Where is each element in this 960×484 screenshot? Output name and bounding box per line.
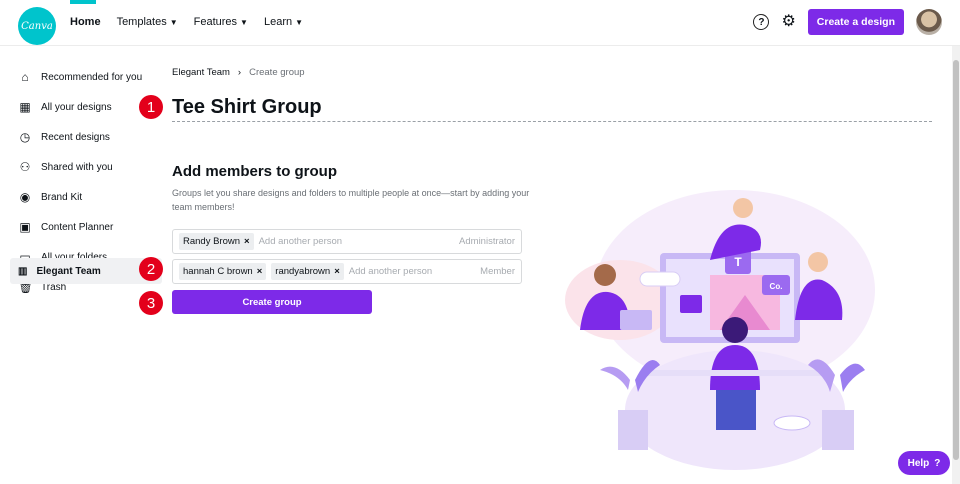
main-nav: Home Templates ▼ Features ▼ Learn ▼: [70, 16, 303, 28]
members-field[interactable]: hannah C brown × randyabrown × Add another…: [172, 259, 522, 284]
nav-templates[interactable]: Templates ▼: [117, 16, 178, 28]
logo-text: Canva: [21, 20, 53, 32]
nav-home[interactable]: Home: [70, 16, 101, 28]
building-icon: ▥: [18, 265, 28, 277]
calendar-icon: ▣: [19, 220, 31, 234]
nav-features[interactable]: Features ▼: [194, 16, 248, 28]
step-marker-2: 2: [139, 257, 163, 281]
role-label: Administrator: [459, 236, 515, 247]
sidebar-item-brand-kit[interactable]: ◉ Brand Kit: [0, 182, 170, 212]
step-marker-3: 3: [139, 291, 163, 315]
home-icon: ⌂: [21, 70, 29, 84]
section-title: Add members to group: [172, 163, 338, 180]
help-button[interactable]: Help?: [898, 451, 950, 475]
member-chip: randyabrown ×: [271, 263, 344, 280]
close-icon[interactable]: ×: [244, 236, 250, 247]
illustration-t-tile: T: [734, 255, 742, 269]
member-chip: hannah C brown ×: [179, 263, 267, 280]
create-design-button[interactable]: Create a design: [807, 9, 904, 35]
clock-icon: ◷: [19, 130, 31, 144]
breadcrumb: Elegant Team › Create group: [172, 67, 305, 78]
breadcrumb-parent[interactable]: Elegant Team: [172, 67, 230, 78]
chevron-down-icon: ▼: [169, 17, 178, 27]
active-tab-indicator: [70, 0, 96, 4]
illustration-co-tile: Co.: [770, 282, 783, 291]
close-icon[interactable]: ×: [334, 266, 340, 277]
help-icon[interactable]: ?: [753, 14, 770, 30]
grid-icon: ▦: [19, 100, 31, 114]
scrollbar-thumb[interactable]: [953, 60, 959, 460]
group-name-input[interactable]: Tee Shirt Group: [172, 96, 932, 122]
chevron-down-icon: ▼: [295, 17, 304, 27]
people-icon: ⚇: [19, 160, 31, 174]
sidebar-item-shared[interactable]: ⚇ Shared with you: [0, 152, 170, 182]
brand-kit-icon: ◉: [19, 190, 31, 204]
section-description: Groups let you share designs and folders…: [172, 188, 530, 212]
add-person-input[interactable]: Add another person: [259, 236, 454, 247]
role-label: Member: [480, 266, 515, 277]
close-icon[interactable]: ×: [257, 266, 263, 277]
team-illustration: T Co.: [565, 190, 875, 470]
admin-members-field[interactable]: Randy Brown × Add another person Administ…: [172, 229, 522, 254]
canva-logo[interactable]: Canva: [18, 7, 56, 45]
add-person-input[interactable]: Add another person: [349, 266, 475, 277]
sidebar-item-content-planner[interactable]: ▣ Content Planner: [0, 212, 170, 242]
gear-icon[interactable]: ⚙: [781, 14, 795, 30]
chevron-down-icon: ▼: [240, 17, 248, 27]
member-chip: Randy Brown ×: [179, 233, 254, 250]
top-bar: Canva Home Templates ▼ Features ▼ Learn ▼ ?…: [0, 0, 960, 46]
top-right-actions: ? ⚙ Create a design: [753, 9, 942, 35]
step-marker-1: 1: [139, 95, 163, 119]
nav-learn[interactable]: Learn ▼: [264, 16, 303, 28]
chevron-right-icon: ›: [237, 67, 242, 78]
avatar[interactable]: [916, 9, 942, 35]
create-group-button[interactable]: Create group: [172, 290, 372, 314]
page-scrollbar[interactable]: [952, 46, 960, 484]
sidebar-item-recommended[interactable]: ⌂ Recommended for you: [0, 62, 170, 92]
sidebar-item-recent[interactable]: ◷ Recent designs: [0, 122, 170, 152]
breadcrumb-current: Create group: [249, 67, 305, 78]
